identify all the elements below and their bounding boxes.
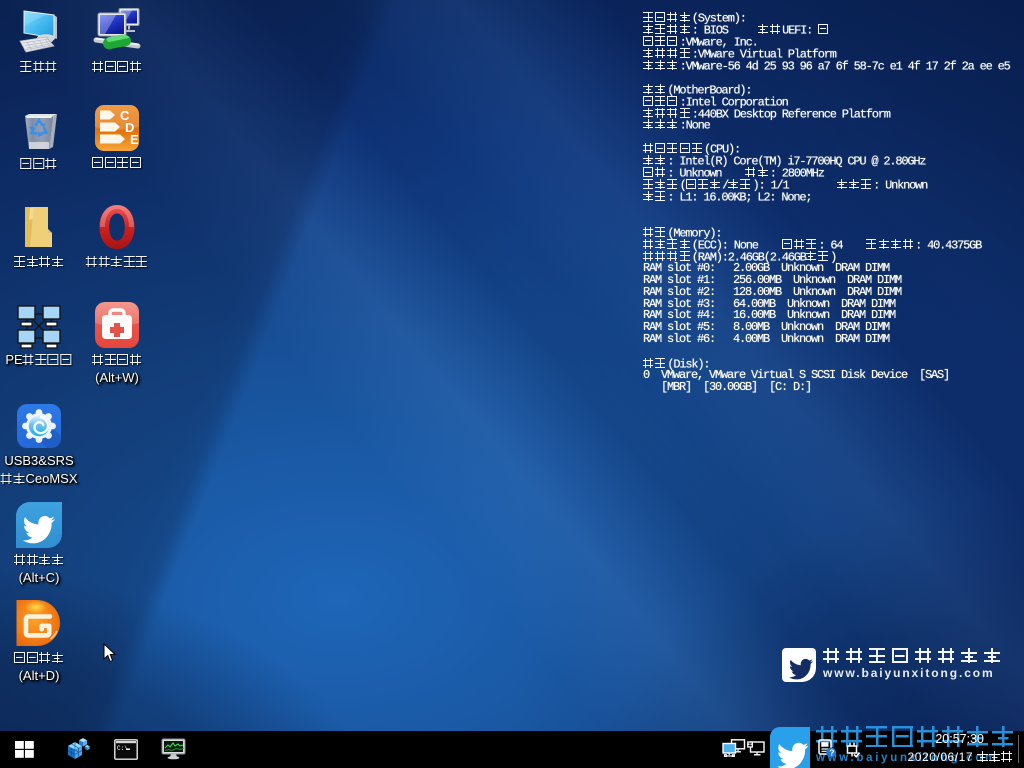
svg-text:?: ?: [829, 748, 834, 758]
svg-text:E: E: [130, 132, 139, 147]
